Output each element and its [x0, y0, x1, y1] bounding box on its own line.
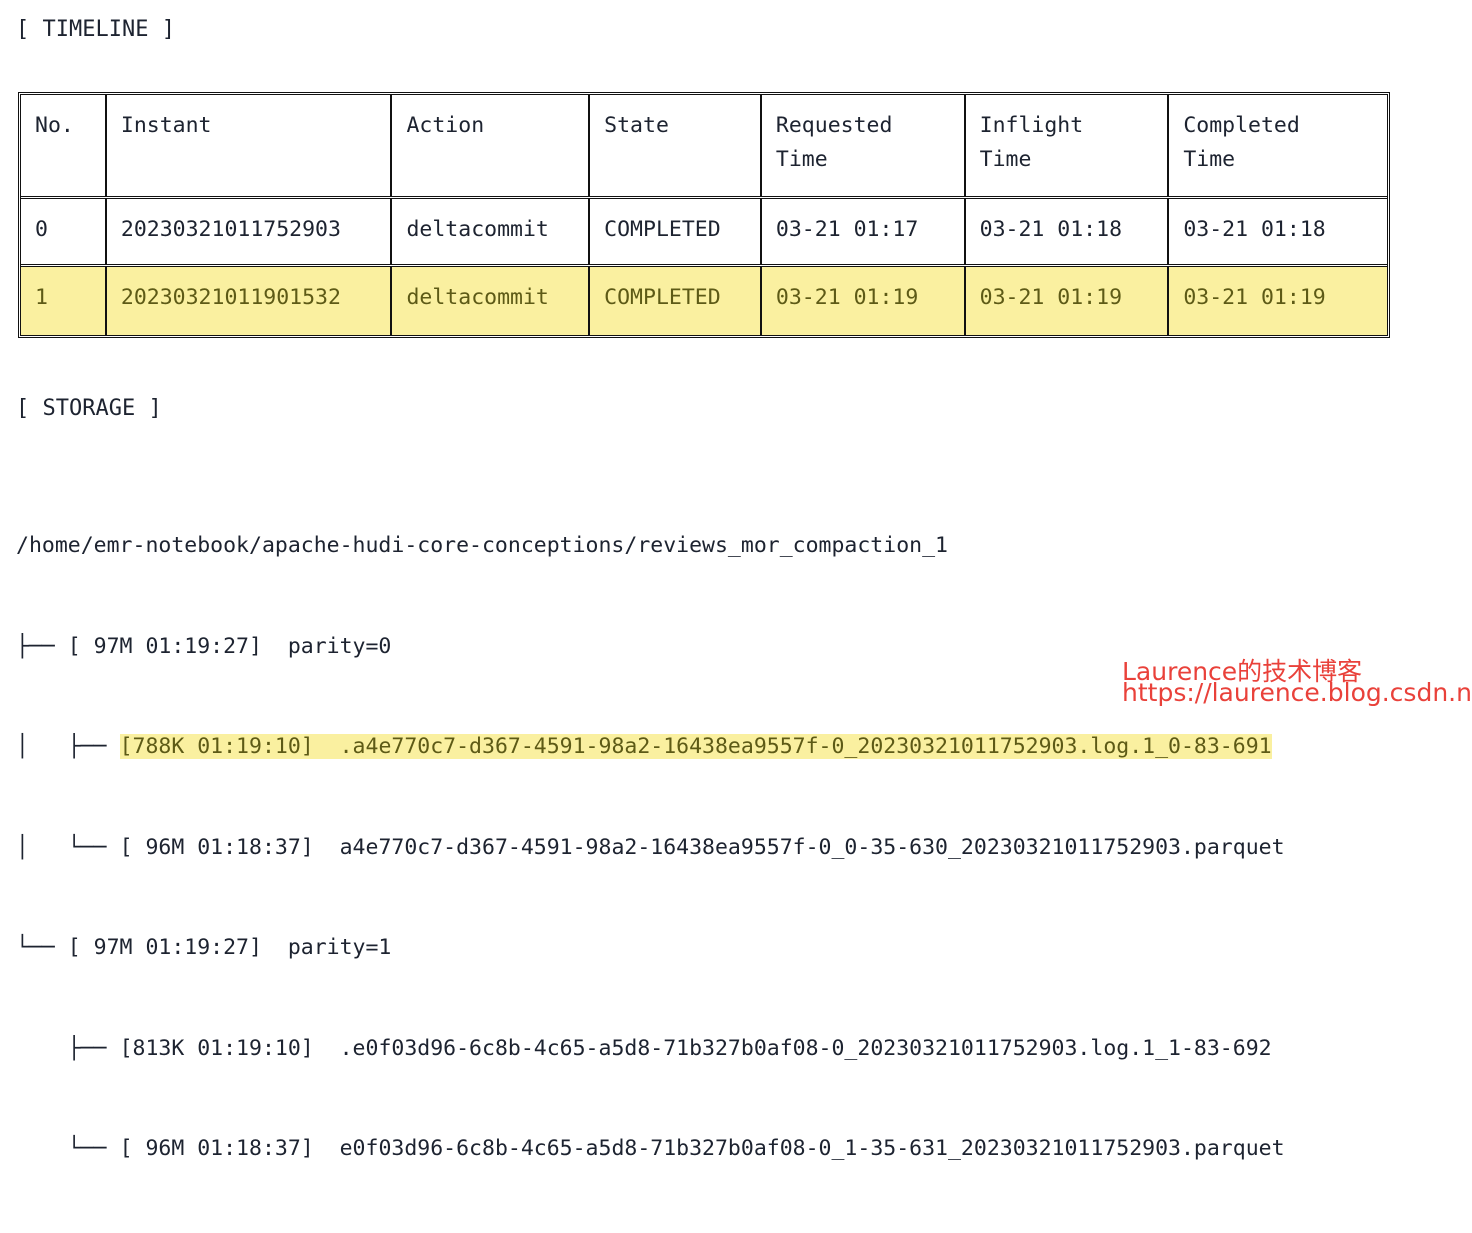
tree-branch-glyph: ├── [ 97M 01:19:27]: [16, 633, 288, 659]
table-row[interactable]: 0 20230321011752903 deltacommit COMPLETE…: [21, 199, 1387, 267]
column-header-no: No.: [21, 95, 107, 196]
cell-completed-time: 03-21 01:18: [1183, 217, 1326, 242]
tree-line-0: ├── [ 97M 01:19:27] parity=0: [16, 630, 1285, 664]
tree-entry: [813K 01:19:10] .e0f03d96-6c8b-4c65-a5d8…: [119, 1035, 1272, 1061]
storage-section-header: [ STORAGE ]: [16, 396, 162, 421]
tree-branch-glyph: └── [ 97M 01:19:27]: [16, 935, 288, 960]
column-header-completed-time: Completed Time: [1183, 113, 1300, 172]
terminal-output-screen: [ TIMELINE ] No. Instant Action State Re…: [0, 0, 1472, 1161]
cell-completed-time: 03-21 01:19: [1183, 285, 1326, 310]
cell-inflight-time: 03-21 01:19: [966, 267, 1170, 335]
tree-entry: [ 96M 01:18:37] e0f03d96-6c8b-4c65-a5d8-…: [119, 1136, 1285, 1161]
tree-line-1: │ ├── [788K 01:19:10] .a4e770c7-d367-459…: [16, 730, 1285, 764]
tree-line-4: ├── [813K 01:19:10] .e0f03d96-6c8b-4c65-…: [16, 1032, 1285, 1066]
tree-line-3: └── [ 97M 01:19:27] parity=1: [16, 931, 1285, 965]
column-header-requested-time: Requested Time: [762, 95, 966, 196]
column-header-action: Action: [392, 95, 591, 196]
tree-branch-glyph: │ └──: [16, 834, 120, 860]
tree-entry: parity=1: [287, 935, 392, 960]
column-header-instant: Instant: [107, 95, 393, 196]
cell-inflight-time: 03-21 01:18: [966, 199, 1170, 264]
tree-branch-glyph: │ ├──: [16, 734, 120, 759]
table-header-row: No. Instant Action State Requested Time …: [21, 95, 1387, 199]
cell-requested-time: 03-21 01:19: [762, 267, 966, 335]
cell-no: 0: [21, 199, 107, 264]
tree-line-2: │ └── [ 96M 01:18:37] a4e770c7-d367-4591…: [16, 831, 1285, 865]
cell-instant: 20230321011901532: [107, 267, 393, 335]
cell-instant: 20230321011752903: [107, 199, 393, 264]
tree-entry-highlighted: [788K 01:19:10] .a4e770c7-d367-4591-98a2…: [119, 734, 1272, 759]
cell-action: deltacommit: [392, 267, 591, 335]
tree-entry: [ 96M 01:18:37] a4e770c7-d367-4591-98a2-…: [119, 834, 1285, 860]
tree-branch-glyph: └──: [16, 1136, 120, 1161]
tree-entry: parity=0: [287, 633, 392, 659]
cell-no: 1: [21, 267, 107, 335]
tree-line-5: └── [ 96M 01:18:37] e0f03d96-6c8b-4c65-a…: [16, 1132, 1285, 1166]
cell-action: deltacommit: [392, 199, 591, 264]
cell-requested-time: 03-21 01:17: [762, 199, 966, 264]
cell-state: COMPLETED: [590, 199, 762, 264]
tree-root-path: /home/emr-notebook/apache-hudi-core-conc…: [16, 533, 948, 558]
table-row-highlighted[interactable]: 1 20230321011901532 deltacommit COMPLETE…: [21, 267, 1387, 335]
timeline-section-header: [ TIMELINE ]: [16, 17, 175, 42]
timeline-table: No. Instant Action State Requested Time …: [18, 92, 1390, 338]
column-header-state: State: [590, 95, 762, 196]
storage-file-tree: /home/emr-notebook/apache-hudi-core-conc…: [16, 462, 1285, 1233]
tree-branch-glyph: ├──: [16, 1035, 120, 1061]
column-header-inflight-time: Inflight Time: [966, 95, 1170, 196]
cell-state: COMPLETED: [590, 267, 762, 335]
